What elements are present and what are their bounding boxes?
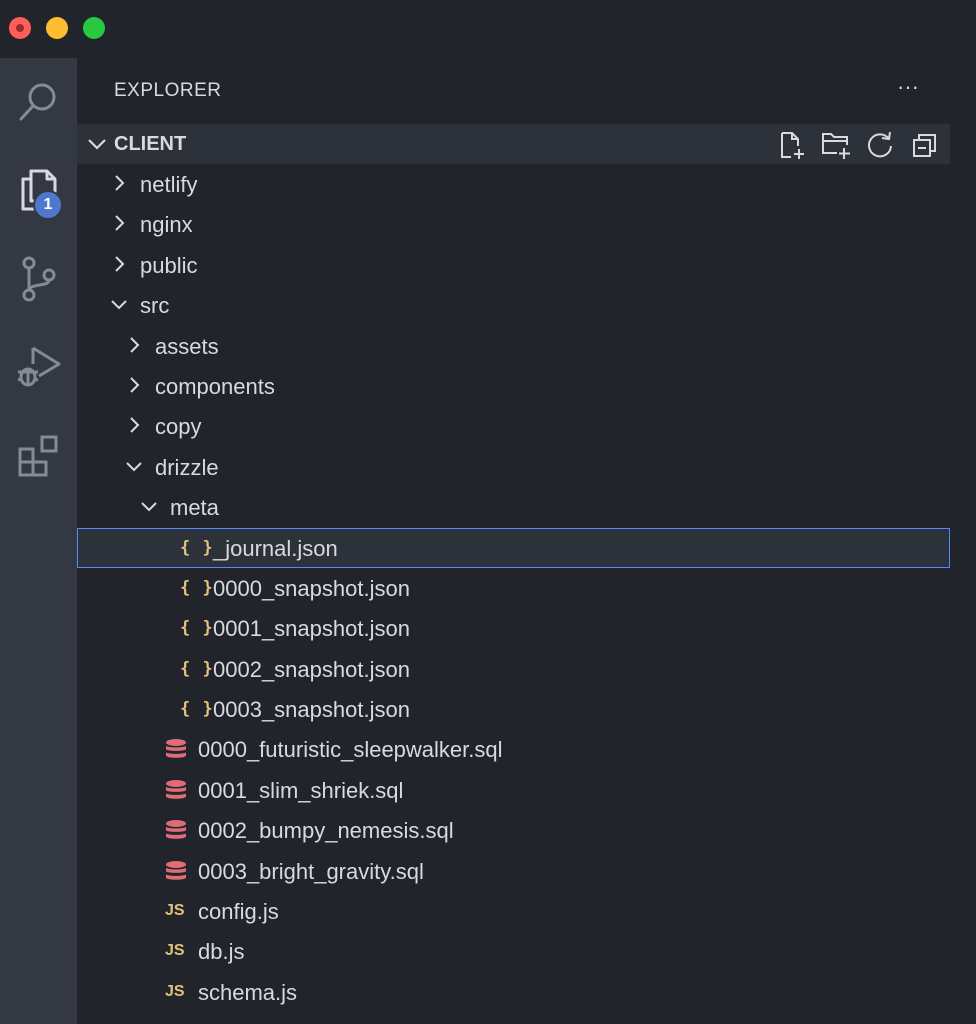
chevron-right-icon bbox=[109, 213, 129, 233]
tree-file[interactable]: JS schema.js bbox=[77, 972, 950, 1012]
workspace-title: CLIENT bbox=[114, 133, 187, 155]
json-file-icon: { } bbox=[180, 658, 214, 679]
chevron-down-icon bbox=[85, 132, 109, 156]
chevron-down-icon bbox=[109, 294, 129, 314]
file-tree: netlify nginx public src assets components cop… bbox=[77, 164, 950, 1012]
file-label: 0002_bumpy_nemesis.sql bbox=[198, 818, 454, 844]
extensions-icon bbox=[16, 433, 62, 479]
file-label: 0000_futuristic_sleepwalker.sql bbox=[198, 737, 503, 763]
activity-bar: 1 bbox=[0, 58, 77, 1024]
refresh-icon bbox=[865, 130, 895, 160]
tree-folder[interactable]: netlify bbox=[77, 164, 950, 204]
json-file-icon: { } bbox=[180, 618, 214, 639]
close-window-button[interactable] bbox=[9, 17, 31, 39]
explorer-badge: 1 bbox=[33, 190, 63, 220]
tree-file[interactable]: { } 0003_snapshot.json bbox=[77, 689, 950, 729]
chevron-right-icon bbox=[109, 173, 129, 193]
file-label: db.js bbox=[198, 939, 245, 965]
more-icon: ··· bbox=[897, 74, 919, 99]
folder-label: drizzle bbox=[155, 454, 219, 480]
file-label: 0001_slim_shriek.sql bbox=[198, 777, 404, 803]
chevron-down-icon bbox=[124, 456, 144, 476]
database-icon bbox=[165, 737, 187, 761]
json-file-icon: { } bbox=[180, 699, 214, 720]
chevron-right-icon bbox=[124, 375, 144, 395]
explorer-sidebar: EXPLORER ··· CLIENT netlify nginx public… bbox=[77, 58, 950, 1024]
js-icon-text: JS bbox=[165, 902, 185, 920]
tree-folder[interactable]: assets bbox=[77, 326, 950, 366]
explorer-header: EXPLORER ··· bbox=[77, 58, 950, 124]
js-icon-text: JS bbox=[165, 982, 185, 1000]
folder-label: assets bbox=[155, 333, 219, 359]
tree-file[interactable]: 0003_bright_gravity.sql bbox=[77, 851, 950, 891]
refresh-button[interactable] bbox=[865, 130, 895, 160]
search-icon bbox=[16, 79, 62, 125]
activity-explorer[interactable] bbox=[0, 150, 77, 230]
file-label: _journal.json bbox=[213, 535, 338, 561]
workspace-section-header[interactable]: CLIENT bbox=[77, 124, 950, 164]
tree-folder[interactable]: copy bbox=[77, 406, 950, 446]
tree-folder[interactable]: drizzle bbox=[77, 447, 950, 487]
tree-file[interactable]: JS db.js bbox=[77, 931, 950, 971]
chevron-right-icon bbox=[124, 335, 144, 355]
folder-label: src bbox=[140, 293, 170, 319]
new-file-icon bbox=[777, 130, 807, 160]
maximize-window-button[interactable] bbox=[83, 17, 105, 39]
javascript-file-icon: JS bbox=[165, 980, 185, 1004]
javascript-file-icon: JS bbox=[165, 899, 185, 923]
chevron-right-icon bbox=[109, 254, 129, 274]
folder-label: copy bbox=[155, 414, 202, 440]
scrollbar-track[interactable] bbox=[950, 58, 976, 1024]
tree-file[interactable]: 0000_futuristic_sleepwalker.sql bbox=[77, 729, 950, 769]
tree-file[interactable]: 0001_slim_shriek.sql bbox=[77, 770, 950, 810]
new-file-button[interactable] bbox=[777, 130, 807, 160]
activity-source-control[interactable] bbox=[0, 239, 77, 319]
collapse-all-icon bbox=[910, 130, 940, 160]
activity-run-debug[interactable] bbox=[0, 326, 77, 406]
file-label: schema.js bbox=[198, 979, 298, 1005]
tree-file[interactable]: JS config.js bbox=[77, 891, 950, 931]
chevron-down-icon bbox=[139, 496, 159, 516]
file-label: 0003_snapshot.json bbox=[213, 697, 410, 723]
minimize-window-button[interactable] bbox=[46, 17, 68, 39]
json-file-icon: { } bbox=[180, 537, 214, 558]
file-label: 0003_bright_gravity.sql bbox=[198, 858, 424, 884]
tree-file[interactable]: { } 0002_snapshot.json bbox=[77, 649, 950, 689]
file-label: 0002_snapshot.json bbox=[213, 656, 410, 682]
collapse-all-button[interactable] bbox=[910, 130, 940, 160]
database-icon bbox=[165, 859, 187, 883]
tree-folder[interactable]: public bbox=[77, 245, 950, 285]
activity-extensions[interactable] bbox=[0, 416, 77, 496]
new-folder-icon bbox=[820, 130, 850, 160]
tree-file[interactable]: 0002_bumpy_nemesis.sql bbox=[77, 810, 950, 850]
tree-file[interactable]: { } _journal.json bbox=[77, 527, 950, 568]
tree-folder[interactable]: nginx bbox=[77, 204, 950, 244]
tree-folder[interactable]: components bbox=[77, 366, 950, 406]
title-bar bbox=[0, 0, 976, 58]
file-label: config.js bbox=[198, 899, 279, 925]
chevron-right-icon bbox=[124, 415, 144, 435]
tree-folder[interactable]: meta bbox=[77, 487, 950, 527]
file-label: 0001_snapshot.json bbox=[213, 616, 410, 642]
folder-label: public bbox=[140, 252, 198, 278]
file-label: 0000_snapshot.json bbox=[213, 575, 410, 601]
folder-label: components bbox=[155, 373, 275, 399]
tree-file[interactable]: { } 0001_snapshot.json bbox=[77, 608, 950, 648]
source-control-icon bbox=[19, 255, 59, 303]
activity-search[interactable] bbox=[0, 62, 77, 142]
folder-label: meta bbox=[170, 495, 219, 521]
new-folder-button[interactable] bbox=[820, 130, 850, 160]
js-icon-text: JS bbox=[165, 942, 185, 960]
database-icon bbox=[165, 778, 187, 802]
folder-label: nginx bbox=[140, 212, 193, 238]
tree-folder[interactable]: src bbox=[77, 285, 950, 325]
run-debug-icon bbox=[15, 342, 63, 390]
tree-file[interactable]: { } 0000_snapshot.json bbox=[77, 568, 950, 608]
json-file-icon: { } bbox=[180, 577, 214, 598]
explorer-title: EXPLORER bbox=[114, 80, 222, 101]
javascript-file-icon: JS bbox=[165, 939, 185, 963]
folder-label: netlify bbox=[140, 172, 198, 197]
more-actions-button[interactable]: ··· bbox=[893, 76, 923, 106]
database-icon bbox=[165, 818, 187, 842]
